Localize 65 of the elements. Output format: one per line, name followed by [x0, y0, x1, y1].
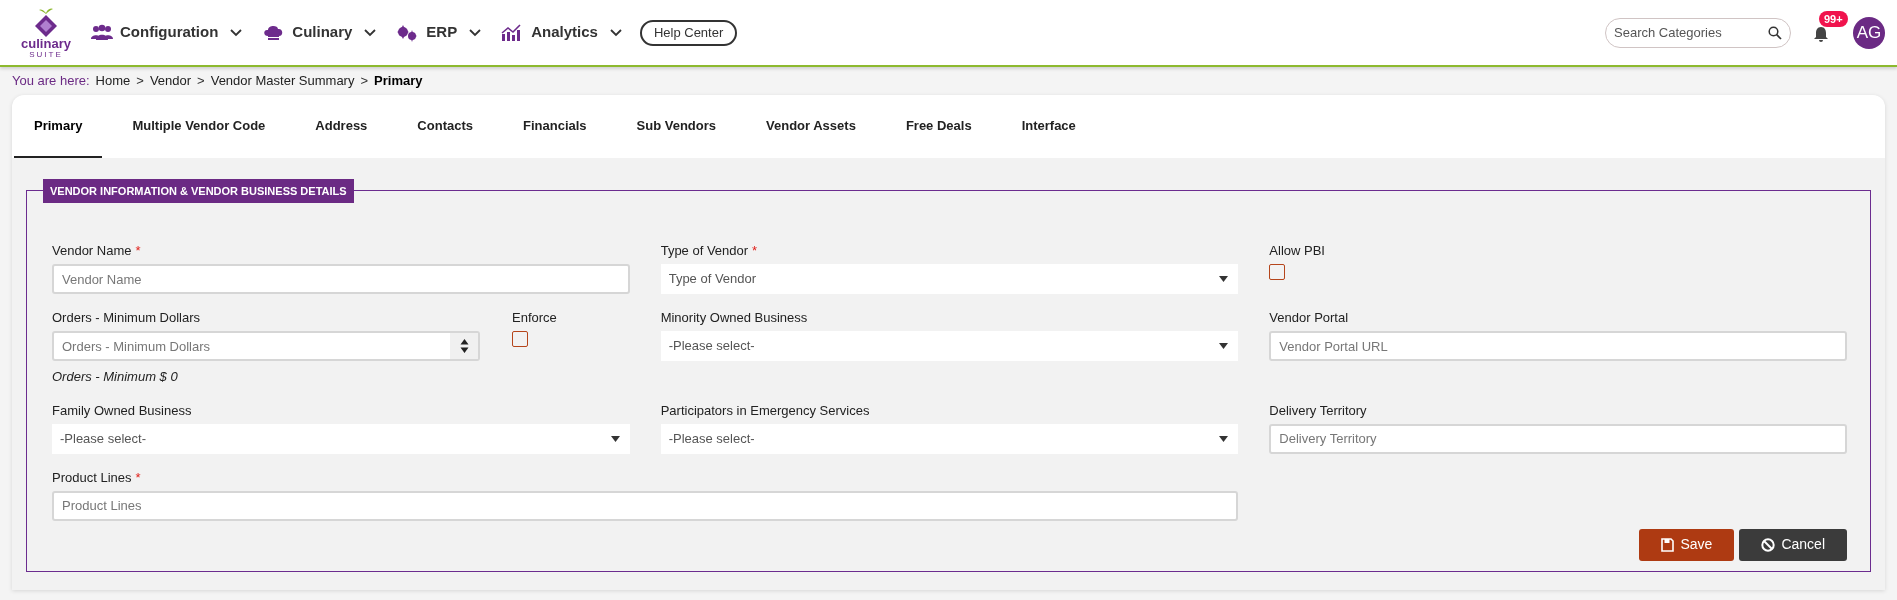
help-center-button[interactable]: Help Center	[639, 19, 738, 46]
input-field[interactable]: Vendor Portal URL	[1269, 331, 1847, 361]
dropdown[interactable]: -Please select-	[660, 331, 1239, 361]
breadcrumb-label: You are here:	[12, 72, 90, 91]
breadcrumb-current: Primary	[374, 72, 423, 91]
dropdown[interactable]: -Please select-	[660, 423, 1239, 454]
tab[interactable]: Contacts	[397, 95, 493, 158]
tab[interactable]: Multiple Vendor Code	[112, 95, 286, 158]
field-label: Minority Owned Business	[660, 309, 809, 325]
logo-text: culinary	[21, 36, 71, 50]
dropdown[interactable]: Type of Vendor	[660, 264, 1239, 294]
field-label: Vendor Name *	[52, 242, 142, 258]
tab[interactable]: Free Deals	[885, 95, 992, 158]
checkbox[interactable]	[1269, 264, 1286, 280]
breadcrumb-link[interactable]: Vendor	[149, 71, 192, 91]
nav-menu[interactable]: Configuration	[90, 21, 243, 44]
breadcrumb-separator: >	[360, 72, 369, 91]
user-avatar[interactable]: AG	[1853, 16, 1885, 49]
tab[interactable]: Financials	[503, 95, 607, 158]
field-label: Orders - Minimum Dollars	[52, 309, 202, 325]
tab[interactable]: Address	[295, 95, 388, 158]
spinner-icon[interactable]	[459, 338, 469, 354]
number-field[interactable]: Orders - Minimum Dollars	[52, 331, 480, 361]
input-field[interactable]: Vendor Name	[52, 264, 630, 294]
breadcrumb-separator: >	[197, 72, 205, 91]
notification-badge: 99+	[1819, 10, 1848, 27]
nav-menu[interactable]: Culinary	[262, 21, 377, 44]
chevron-down-icon	[364, 28, 377, 37]
field-label: Allow PBI	[1269, 242, 1325, 258]
cancel-button[interactable]: Cancel	[1739, 528, 1847, 561]
caret-down-icon	[610, 435, 620, 442]
caret-down-icon	[1219, 435, 1229, 442]
caret-down-icon	[1219, 343, 1229, 349]
field-label: Product Lines *	[52, 468, 142, 485]
caret-down-icon	[1219, 276, 1229, 282]
checkbox[interactable]	[512, 331, 528, 347]
breadcrumb-link[interactable]: Home	[95, 71, 131, 91]
field-label: Delivery Territory	[1269, 401, 1368, 418]
field-label: Family Owned Business	[52, 401, 193, 418]
field-label: Participators in Emergency Services	[660, 401, 871, 418]
ban-icon	[1761, 537, 1776, 552]
save-button[interactable]: Save	[1639, 528, 1735, 561]
tab[interactable]: Interface	[1001, 95, 1096, 158]
breadcrumb-link[interactable]: Vendor Master Summary	[210, 71, 355, 91]
section-title: VENDOR INFORMATION & VENDOR BUSINESS DETAILS	[43, 179, 354, 203]
people-icon	[90, 23, 114, 42]
field-label: Type of Vendor *	[660, 242, 759, 258]
chevron-down-icon	[469, 28, 482, 37]
chevron-down-icon	[609, 28, 622, 37]
chevron-down-icon	[230, 28, 243, 37]
search-field[interactable]: Search Categories	[1605, 17, 1791, 48]
hint-text: Orders - Minimum $ 0	[52, 368, 179, 386]
dropdown[interactable]: -Please select-	[52, 423, 630, 454]
field-label: Vendor Portal	[1269, 309, 1350, 325]
bell-icon[interactable]	[1813, 25, 1829, 43]
input-field[interactable]: Product Lines	[52, 490, 1239, 521]
input-field[interactable]: Delivery Territory	[1269, 423, 1847, 454]
nav-menu[interactable]: Analytics	[501, 21, 622, 44]
nav-menu[interactable]: ERP	[396, 21, 482, 44]
field-label: Enforce	[512, 309, 557, 325]
search-icon[interactable]	[1768, 25, 1782, 40]
tab[interactable]: Sub Vendors	[616, 95, 737, 158]
breadcrumb-separator: >	[136, 72, 144, 91]
tab[interactable]: Vendor Assets	[746, 95, 876, 158]
logo-tagline: SUITE	[29, 49, 63, 59]
